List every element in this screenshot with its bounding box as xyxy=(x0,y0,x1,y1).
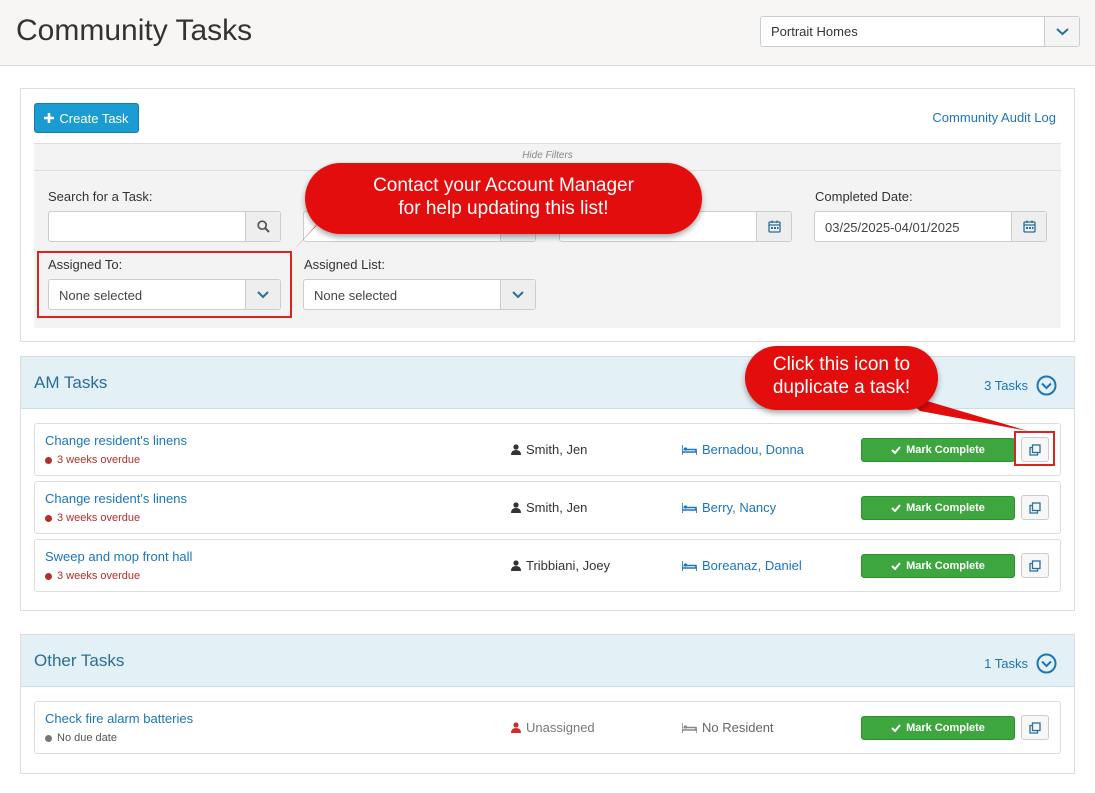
task-name-link[interactable]: Change resident's linens xyxy=(45,433,187,448)
search-label: Search for a Task: xyxy=(48,189,153,204)
table-row: Check fire alarm batteries No due date U… xyxy=(34,701,1061,754)
assignee: Unassigned xyxy=(511,720,595,735)
check-icon xyxy=(891,562,901,570)
assigned-to-highlight xyxy=(37,251,292,318)
assigned-list-select[interactable]: None selected xyxy=(303,279,536,310)
assignee-name: Tribbiani, Joey xyxy=(526,558,611,573)
calendar-icon[interactable] xyxy=(756,212,791,241)
mark-complete-button[interactable]: Mark Complete xyxy=(861,554,1015,578)
user-icon xyxy=(511,722,521,733)
duplicate-task-button[interactable] xyxy=(1021,715,1049,740)
task-name-link[interactable]: Check fire alarm batteries xyxy=(45,711,193,726)
task-count-label: 1 Tasks xyxy=(984,656,1028,671)
mark-complete-label: Mark Complete xyxy=(906,502,985,514)
chevron-circle-down-icon[interactable] xyxy=(1036,653,1057,674)
assignee-name: Unassigned xyxy=(526,720,595,735)
copy-icon xyxy=(1029,501,1041,514)
duplicate-highlight xyxy=(1014,431,1055,466)
mark-complete-label: Mark Complete xyxy=(906,560,985,572)
callout-line-2: for help updating this list! xyxy=(398,198,609,219)
section-title: Other Tasks xyxy=(34,651,125,670)
search-icon[interactable] xyxy=(245,212,280,241)
other-tasks-header[interactable]: Other Tasks 1 Tasks xyxy=(21,635,1074,687)
duplicate-task-button[interactable] xyxy=(1021,553,1049,578)
assignee: Smith, Jen xyxy=(511,442,587,457)
table-row: Sweep and mop front hall 3 weeks overdue… xyxy=(34,539,1061,592)
create-task-button[interactable]: Create Task xyxy=(34,103,139,133)
chevron-down-icon[interactable] xyxy=(500,280,535,309)
plus-icon xyxy=(44,113,55,123)
assignee-name: Smith, Jen xyxy=(526,500,588,515)
page-header: Community Tasks Portrait Homes xyxy=(0,0,1095,66)
mark-complete-button[interactable]: Mark Complete xyxy=(861,496,1015,520)
due-status-text: 3 weeks overdue xyxy=(57,512,141,524)
resident-name: Bernadou, Donna xyxy=(702,442,804,457)
user-icon xyxy=(511,502,521,513)
check-icon xyxy=(891,724,901,732)
user-icon xyxy=(511,560,521,571)
section-task-count[interactable]: 1 Tasks xyxy=(984,653,1057,674)
bed-icon xyxy=(682,722,697,733)
due-status: 3 weeks overdue xyxy=(45,570,140,582)
user-icon xyxy=(511,444,521,455)
assignee-name: Smith, Jen xyxy=(526,442,588,457)
community-select[interactable]: Portrait Homes xyxy=(760,16,1080,47)
calendar-icon[interactable] xyxy=(1011,212,1046,241)
due-status: 3 weeks overdue xyxy=(45,454,140,466)
check-icon xyxy=(891,446,901,454)
callout-line-1: Click this icon to xyxy=(772,354,911,375)
page-title: Community Tasks xyxy=(16,14,253,47)
hide-filters-toggle[interactable]: Hide Filters xyxy=(34,150,1061,161)
account-manager-callout: Contact your Account Manager for help up… xyxy=(305,163,702,234)
mark-complete-label: Mark Complete xyxy=(906,444,985,456)
resident-link[interactable]: Boreanaz, Daniel xyxy=(682,558,802,573)
copy-icon xyxy=(1029,721,1041,734)
resident-name: Berry, Nancy xyxy=(702,500,777,515)
resident-placeholder: No Resident xyxy=(682,720,774,735)
task-name-link[interactable]: Change resident's linens xyxy=(45,491,187,506)
table-row: Change resident's linens 3 weeks overdue… xyxy=(34,481,1061,534)
task-name-link[interactable]: Sweep and mop front hall xyxy=(45,549,192,564)
bed-icon xyxy=(682,502,697,513)
mark-complete-label: Mark Complete xyxy=(906,722,985,734)
completed-date-label: Completed Date: xyxy=(815,189,913,204)
callout-line-1: Contact your Account Manager xyxy=(373,175,634,196)
resident-name: No Resident xyxy=(702,720,774,735)
chevron-down-icon[interactable] xyxy=(1044,17,1079,46)
assignee: Smith, Jen xyxy=(511,500,587,515)
check-icon xyxy=(891,504,901,512)
resident-name: Boreanaz, Daniel xyxy=(702,558,802,573)
community-audit-log-link[interactable]: Community Audit Log xyxy=(932,110,1056,125)
due-status: No due date xyxy=(45,732,117,744)
due-status: 3 weeks overdue xyxy=(45,512,140,524)
section-title: AM Tasks xyxy=(34,373,108,392)
duplicate-task-button[interactable] xyxy=(1021,495,1049,520)
resident-link[interactable]: Berry, Nancy xyxy=(682,500,776,515)
resident-link[interactable]: Bernadou, Donna xyxy=(682,442,804,457)
due-status-text: 3 weeks overdue xyxy=(57,570,141,582)
mark-complete-button[interactable]: Mark Complete xyxy=(861,438,1015,462)
due-status-text: No due date xyxy=(57,732,117,744)
completed-date-input[interactable]: 03/25/2025-04/01/2025 xyxy=(814,211,1047,242)
due-status-text: 3 weeks overdue xyxy=(57,454,141,466)
bed-icon xyxy=(682,444,697,455)
assignee: Tribbiani, Joey xyxy=(511,558,610,573)
bed-icon xyxy=(682,560,697,571)
duplicate-callout: Click this icon to duplicate a task! xyxy=(745,346,938,410)
create-task-label: Create Task xyxy=(59,110,129,126)
search-task-input[interactable] xyxy=(48,211,281,242)
completed-date-value: 03/25/2025-04/01/2025 xyxy=(825,220,960,235)
mark-complete-button[interactable]: Mark Complete xyxy=(861,716,1015,740)
copy-icon xyxy=(1029,559,1041,572)
callout-line-2: duplicate a task! xyxy=(772,377,911,398)
assigned-list-value: None selected xyxy=(314,288,398,303)
community-select-value: Portrait Homes xyxy=(771,24,858,39)
